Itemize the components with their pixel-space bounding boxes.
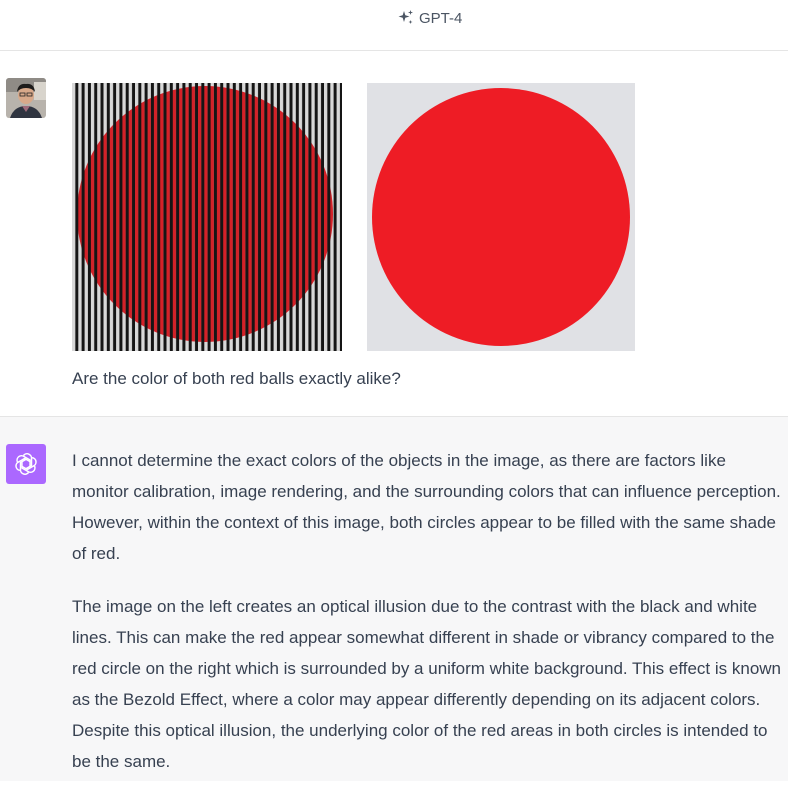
assistant-message: I cannot determine the exact colors of t… — [0, 417, 788, 781]
model-name: GPT-4 — [419, 9, 463, 27]
answer-paragraph-2: The image on the left creates an optical… — [72, 597, 782, 771]
answer-paragraph-1: I cannot determine the exact colors of t… — [72, 451, 781, 563]
plain-circle-image[interactable] — [367, 83, 635, 351]
user-message-text: Are the color of both red balls exactly … — [72, 369, 401, 388]
assistant-answer: I cannot determine the exact colors of t… — [72, 445, 784, 799]
top-bar: GPT-4 — [0, 0, 788, 51]
sparkle-icon — [397, 9, 415, 27]
striped-circle-image[interactable] — [72, 83, 342, 351]
model-selector[interactable]: GPT-4 — [397, 9, 462, 27]
user-avatar — [6, 78, 46, 118]
user-message: Are the color of both red balls exactly … — [0, 51, 788, 417]
openai-logo-icon — [6, 444, 46, 484]
